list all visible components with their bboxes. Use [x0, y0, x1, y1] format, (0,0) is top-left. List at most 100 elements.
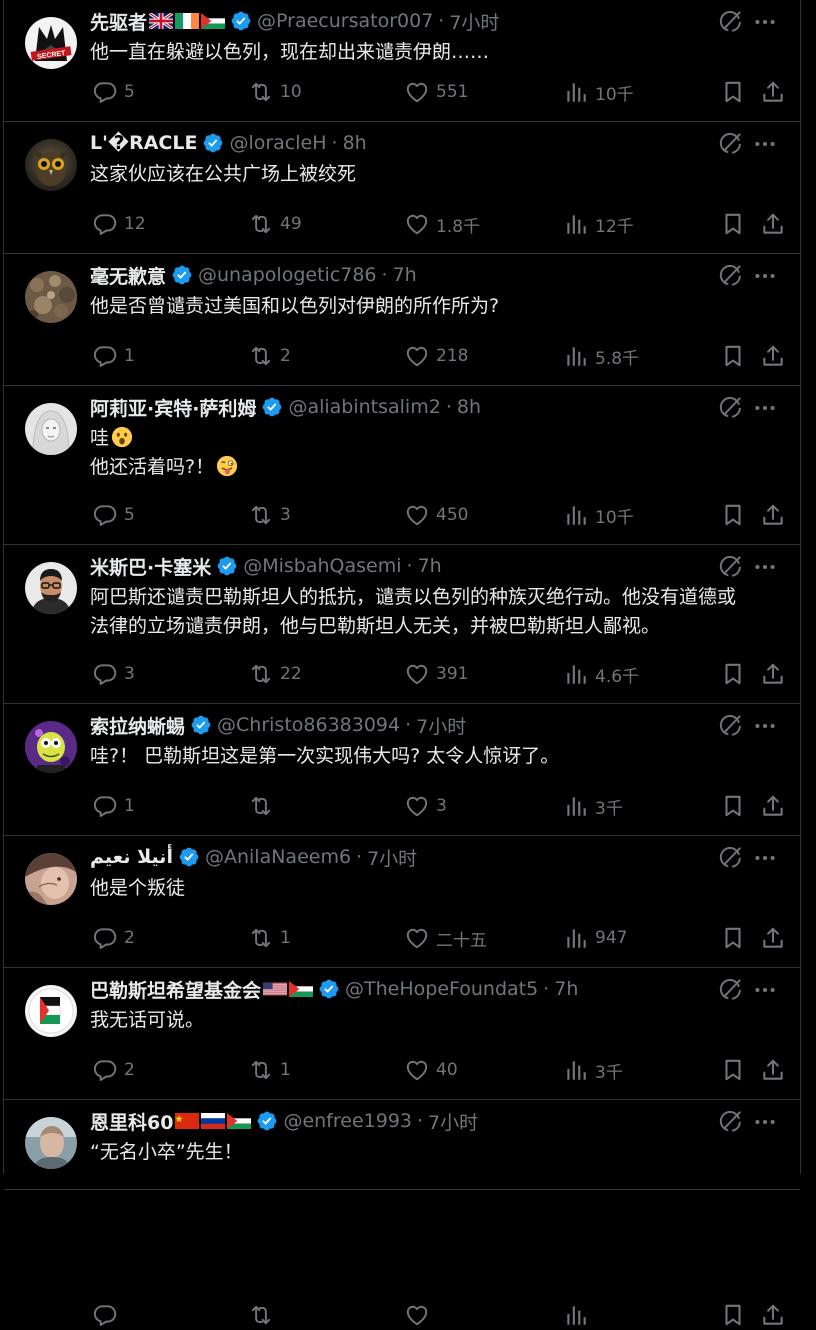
more-options-icon[interactable] — [752, 395, 778, 419]
share-button[interactable] — [760, 341, 786, 371]
tweet[interactable]: L'�RACLE @loracleH · 8h 这家伙应该在公共广场上被绞死 12 49 1.… — [4, 122, 800, 254]
bookmark-button[interactable] — [720, 500, 746, 530]
user-name[interactable]: 巴勒斯坦希望基金会 — [90, 976, 261, 1002]
user-name[interactable]: 米斯巴·卡塞米 — [90, 553, 211, 579]
timestamp[interactable]: 8h — [343, 132, 367, 154]
user-handle[interactable]: @Christo86383094 — [217, 714, 400, 736]
reply-button[interactable]: 5 — [92, 500, 135, 530]
bookmark-button[interactable] — [720, 1055, 746, 1085]
share-button[interactable] — [760, 77, 786, 107]
user-handle[interactable]: @Praecursator007 — [257, 10, 433, 32]
user-name[interactable]: أنيلا نعيم — [90, 846, 173, 868]
avatar[interactable] — [25, 1117, 77, 1169]
share-button[interactable] — [760, 923, 786, 953]
views-button[interactable]: 4.6千 — [563, 659, 639, 689]
grok-icon[interactable] — [718, 8, 744, 34]
tweet[interactable]: 米斯巴·卡塞米 @MisbahQasemi · 7h 阿巴斯还谴责巴勒斯坦人的抵抗，谴责… — [4, 545, 800, 704]
retweet-button[interactable]: 1 — [248, 923, 291, 953]
like-button[interactable]: 551 — [404, 77, 468, 107]
share-button[interactable] — [760, 500, 786, 530]
user-name[interactable]: 先驱者 — [90, 8, 147, 34]
user-handle[interactable]: @TheHopeFoundat5 — [345, 978, 538, 1000]
user-handle[interactable]: @loracleH — [229, 132, 326, 154]
views-button[interactable]: 947 — [563, 923, 627, 953]
like-button[interactable]: 391 — [404, 659, 468, 689]
views-button[interactable]: 3千 — [563, 791, 623, 821]
grok-icon[interactable] — [718, 712, 744, 738]
avatar[interactable] — [25, 403, 77, 455]
grok-icon[interactable] — [718, 262, 744, 288]
bookmark-button[interactable] — [720, 791, 746, 821]
reply-button[interactable] — [92, 1300, 124, 1330]
tweet[interactable]: 巴勒斯坦希望基金会 @TheHopeFoundat5 · 7h 我无话可说。 2 1 40 3千 — [4, 968, 800, 1100]
retweet-button[interactable] — [248, 1300, 280, 1330]
reply-button[interactable]: 3 — [92, 659, 135, 689]
bookmark-button[interactable] — [720, 77, 746, 107]
retweet-button[interactable]: 10 — [248, 77, 302, 107]
share-button[interactable] — [760, 209, 786, 239]
avatar[interactable] — [25, 853, 77, 905]
user-handle[interactable]: @aliabintsalim2 — [288, 396, 440, 418]
bookmark-button[interactable] — [720, 1300, 746, 1330]
avatar[interactable]: SECRET — [25, 17, 77, 69]
share-button[interactable] — [760, 791, 786, 821]
bookmark-button[interactable] — [720, 923, 746, 953]
timestamp[interactable]: 7h — [554, 978, 578, 1000]
user-handle[interactable]: @AnilaNaeem6 — [205, 846, 351, 868]
timestamp[interactable]: 7小时 — [428, 1108, 478, 1134]
timestamp[interactable]: 7h — [393, 264, 417, 286]
user-name[interactable]: 毫无歉意 — [90, 262, 166, 288]
views-button[interactable]: 10千 — [563, 77, 634, 107]
user-handle[interactable]: @MisbahQasemi — [243, 555, 401, 577]
tweet[interactable]: 阿莉亚·宾特·萨利姆 @aliabintsalim2 · 8h 哇他还活着吗?！ 5 3 45… — [4, 386, 800, 545]
views-button[interactable]: 10千 — [563, 500, 634, 530]
more-options-icon[interactable] — [752, 713, 778, 737]
user-handle[interactable]: @enfree1993 — [283, 1110, 412, 1132]
user-name[interactable]: 恩里科60 — [90, 1108, 173, 1134]
views-button[interactable] — [563, 1300, 595, 1330]
user-name[interactable]: 阿莉亚·宾特·萨利姆 — [90, 394, 256, 420]
more-options-icon[interactable] — [752, 9, 778, 33]
retweet-button[interactable]: 3 — [248, 500, 291, 530]
grok-icon[interactable] — [718, 976, 744, 1002]
more-options-icon[interactable] — [752, 845, 778, 869]
reply-button[interactable]: 2 — [92, 923, 135, 953]
retweet-button[interactable] — [248, 791, 280, 821]
grok-icon[interactable] — [718, 1108, 744, 1134]
reply-button[interactable]: 12 — [92, 209, 146, 239]
views-button[interactable]: 3千 — [563, 1055, 623, 1085]
user-name[interactable]: L'�RACLE — [90, 132, 197, 154]
retweet-button[interactable]: 2 — [248, 341, 291, 371]
tweet[interactable]: 恩里科60 @enfree1993 · 7小时 “无名小卒”先生！ — [4, 1100, 800, 1326]
more-options-icon[interactable] — [752, 1109, 778, 1133]
share-button[interactable] — [760, 1055, 786, 1085]
like-button[interactable]: 450 — [404, 500, 468, 530]
timestamp[interactable]: 7小时 — [367, 844, 417, 870]
more-options-icon[interactable] — [752, 131, 778, 155]
like-button[interactable]: 1.8千 — [404, 209, 480, 239]
grok-icon[interactable] — [718, 844, 744, 870]
bookmark-button[interactable] — [720, 209, 746, 239]
like-button[interactable] — [404, 1300, 436, 1330]
more-options-icon[interactable] — [752, 554, 778, 578]
like-button[interactable]: 218 — [404, 341, 468, 371]
reply-button[interactable]: 1 — [92, 791, 135, 821]
user-handle[interactable]: @unapologetic786 — [198, 264, 377, 286]
avatar[interactable] — [25, 271, 77, 323]
like-button[interactable]: 3 — [404, 791, 447, 821]
tweet[interactable]: 毫无歉意 @unapologetic786 · 7h 他是否曾谴责过美国和以色列对伊朗的… — [4, 254, 800, 386]
tweet[interactable]: 索拉纳蜥蜴 @Christo86383094 · 7小时 哇?！ 巴勒斯坦这是第一次实现… — [4, 704, 800, 836]
retweet-button[interactable]: 22 — [248, 659, 302, 689]
like-button[interactable]: 二十五 — [404, 923, 487, 953]
views-button[interactable]: 12千 — [563, 209, 634, 239]
reply-button[interactable]: 5 — [92, 77, 135, 107]
bookmark-button[interactable] — [720, 659, 746, 689]
user-name[interactable]: 索拉纳蜥蜴 — [90, 712, 185, 738]
reply-button[interactable]: 1 — [92, 341, 135, 371]
grok-icon[interactable] — [718, 394, 744, 420]
avatar[interactable] — [25, 562, 77, 614]
like-button[interactable]: 40 — [404, 1055, 458, 1085]
more-options-icon[interactable] — [752, 263, 778, 287]
grok-icon[interactable] — [718, 553, 744, 579]
timestamp[interactable]: 7小时 — [416, 712, 466, 738]
